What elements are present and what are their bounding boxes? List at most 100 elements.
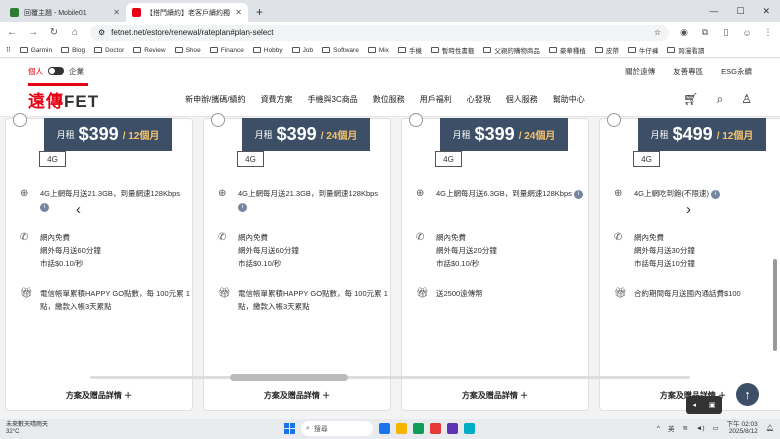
bookmark-star-icon[interactable]: ☆ [654, 28, 661, 37]
plan-card[interactable]: 月租 $399/ 24個月 4G ⊕ 4G上網每月送21.3GB，到量網速128Kbps… [203, 113, 391, 411]
bookmark-folder[interactable]: Finance [209, 47, 244, 54]
info-icon[interactable]: i [40, 202, 49, 212]
tray-chevron-icon[interactable]: ^ [657, 425, 660, 432]
bookmark-folder[interactable]: Mix [367, 47, 389, 54]
input-language[interactable]: 英 [668, 423, 675, 433]
info-icon[interactable]: i [238, 202, 247, 212]
top-link-esg[interactable]: ESG永續 [721, 66, 752, 77]
bookmark-folder[interactable]: Hobby [252, 47, 283, 54]
menu-item-benefits[interactable]: 用戶福利 [420, 94, 452, 105]
bookmark-folder[interactable]: Job [291, 47, 313, 54]
bookmark-folder[interactable]: Doctor [94, 47, 124, 54]
menu-item-digital[interactable]: 數位服務 [373, 94, 405, 105]
bookmark-folder[interactable]: 父親的購物商品 [483, 45, 540, 55]
folder-icon [209, 47, 218, 53]
taskbar-app-icon[interactable] [447, 423, 458, 434]
top-link-accessibility[interactable]: 友善專區 [673, 66, 703, 77]
widget-icon-right[interactable]: ▣ [709, 401, 716, 409]
forward-icon[interactable]: → [27, 27, 39, 38]
start-icon[interactable] [284, 423, 295, 434]
account-icon[interactable]: ♙ [741, 92, 752, 107]
plan-details-link[interactable]: 方案及贈品詳情 ＋ [204, 390, 390, 401]
plan-radio[interactable] [211, 113, 225, 127]
plan-radio[interactable] [409, 113, 423, 127]
bookmark-folder[interactable]: 牛仔褲 [627, 45, 658, 55]
back-to-top-button[interactable]: ↑ [736, 383, 759, 406]
taskbar-app-icon[interactable] [396, 423, 407, 434]
cart-icon[interactable]: 🛒︎ [683, 92, 698, 107]
plan-details-link[interactable]: 方案及贈品詳情 ＋ [6, 390, 192, 401]
puzzle-icon[interactable]: ⧉ [699, 27, 711, 38]
plan-details-link[interactable]: 方案及贈品詳情 ＋ [402, 390, 588, 401]
sidepanel-icon[interactable]: ▯ [720, 27, 732, 38]
floating-widget[interactable]: ◂ ▣ [686, 396, 722, 414]
toggle-switch[interactable] [48, 67, 64, 75]
home-icon[interactable]: ⌂ [69, 27, 81, 38]
bookmark-folder[interactable]: Review [133, 47, 166, 54]
new-tab-button[interactable]: + [248, 5, 271, 22]
carousel-scroll-thumb[interactable] [230, 374, 348, 381]
taskbar-app-icon[interactable] [464, 423, 475, 434]
menu-item-phones[interactable]: 手機與3C商品 [308, 94, 358, 105]
browser-tab-2[interactable]: 【搭門續約】老客戶續約獨機優惠 ✕ [126, 3, 248, 22]
minimize-icon[interactable]: — [709, 6, 718, 16]
customer-type-toggle[interactable]: 個人 企業 [28, 66, 84, 77]
bookmark-folder[interactable]: 暫時性書籤 [430, 45, 474, 55]
battery-icon[interactable]: ▭ [713, 424, 719, 432]
top-link-about[interactable]: 關於遠傳 [625, 66, 655, 77]
bookmark-folder[interactable]: 跨漫看讀 [667, 45, 704, 55]
bookmark-folder[interactable]: Software [322, 47, 359, 54]
profile-icon[interactable]: ☺ [741, 28, 753, 38]
taskbar-app-icon[interactable] [379, 423, 390, 434]
fet-logo[interactable]: 遠傳FET [28, 83, 99, 112]
apps-icon[interactable]: ⠿ [6, 46, 11, 54]
folder-icon [19, 47, 28, 53]
search-icon[interactable]: ⌕ [717, 92, 724, 107]
reload-icon[interactable]: ↻ [48, 27, 60, 38]
plan-radio[interactable] [607, 113, 621, 127]
info-icon[interactable]: i [711, 189, 721, 199]
carousel-prev-icon[interactable]: ‹ [76, 201, 81, 218]
address-bar[interactable]: ⚙ fetnet.net/estore/renewal/rateplan#pla… [90, 24, 669, 41]
menu-item-apply[interactable]: 新申辦/攜碼/續約 [185, 94, 245, 105]
menu-item-help[interactable]: 幫助中心 [553, 94, 585, 105]
bookmark-folder[interactable]: Blog [61, 47, 85, 54]
gift-text: 電信帳單累積HAPPY GO點數，每 100元累 1 點，繳款入帳3天累點 [40, 289, 190, 311]
maximize-icon[interactable]: ☐ [736, 6, 744, 17]
bookmark-folder[interactable]: 豪華種植 [548, 45, 586, 55]
taskbar-app-icon[interactable] [413, 423, 424, 434]
taskbar-app-icon[interactable] [430, 423, 441, 434]
weather-widget[interactable]: 未來數天晴雨天 32°C [6, 422, 48, 436]
carousel-next-icon[interactable]: › [686, 201, 691, 218]
wifi-icon[interactable]: ≋ [682, 424, 687, 432]
folder-icon [483, 47, 492, 53]
close-tab-icon[interactable]: ✕ [113, 8, 120, 17]
plan-card[interactable]: 月租 $399/ 12個月 4G ⊕ 4G上網每月送21.3GB，到量網速128Kbps… [5, 113, 193, 411]
close-window-icon[interactable]: ✕ [762, 6, 770, 17]
extension-icon[interactable]: ◉ [678, 27, 690, 38]
taskbar-search[interactable]: ⌕ 搜尋 [301, 421, 373, 436]
menu-item-services[interactable]: 個人服務 [506, 94, 538, 105]
bookmark-folder[interactable]: Shoe [174, 47, 201, 54]
site-info-icon[interactable]: ⚙ [98, 28, 105, 37]
menu-item-plans[interactable]: 資費方案 [261, 94, 293, 105]
data-text: 4G上網吃到飽(不限速) [634, 189, 709, 198]
plan-radio[interactable] [13, 113, 27, 127]
volume-icon[interactable]: ◄) [696, 425, 705, 432]
bookmark-folder[interactable]: 皮帶 [594, 45, 619, 55]
clock[interactable]: 下午 02:03 2025/8/12 [727, 421, 758, 435]
bookmark-folder[interactable]: Garmin [19, 47, 52, 54]
bookmark-folder[interactable]: 手機 [397, 45, 422, 55]
menu-icon[interactable]: ⋮ [762, 27, 774, 38]
plan-card[interactable]: 月租 $399/ 24個月 4G ⊕ 4G上網每月送6.3GB，到量網速128Kbps … [401, 113, 589, 411]
close-tab-icon[interactable]: ✕ [235, 8, 242, 17]
carousel-scroll-track[interactable] [90, 376, 690, 379]
widget-icon-left[interactable]: ◂ [692, 401, 696, 409]
info-icon[interactable]: i [573, 189, 583, 199]
back-icon[interactable]: ← [6, 27, 18, 38]
notification-icon[interactable]: 🔔︎ [766, 424, 774, 432]
menu-item-discover[interactable]: 心發現 [467, 94, 491, 105]
page-scrollbar[interactable] [773, 259, 777, 351]
browser-tab-1[interactable]: 回覆主題 - Mobile01 ✕ [4, 3, 126, 22]
plan-card[interactable]: 月租 $499/ 12個月 4G ⊕ 4G上網吃到飽(不限速) i ✆ 網內免費 網外每月送… [599, 113, 780, 411]
